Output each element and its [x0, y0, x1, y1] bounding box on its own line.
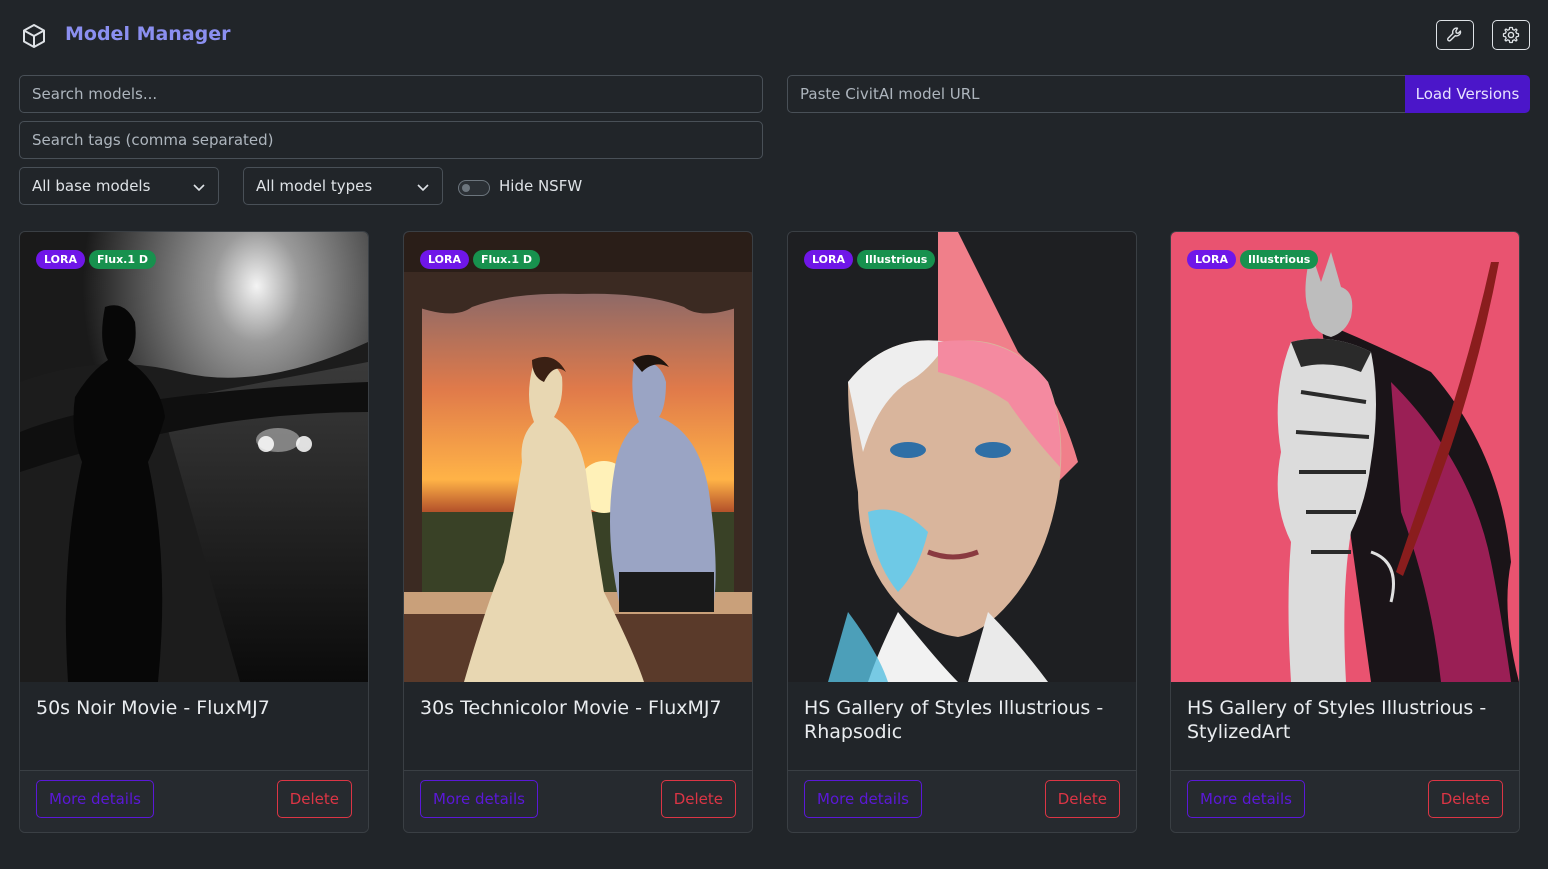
app-title: Model Manager [65, 23, 231, 45]
settings-button[interactable] [1492, 20, 1530, 50]
gear-icon [1502, 26, 1520, 44]
delete-button[interactable]: Delete [660, 780, 736, 818]
more-details-button[interactable]: More details [36, 780, 154, 818]
model-card: LORA Flux.1 D 50s Noir Movie - FluxMJ7 M… [19, 231, 369, 833]
model-card: LORA Illustrious HS Gallery of Styles Il… [787, 231, 1137, 833]
app-header: Model Manager [20, 20, 1530, 52]
load-versions-button[interactable]: Load Versions [1405, 75, 1530, 113]
model-type-select[interactable]: All model types [243, 167, 443, 205]
hide-nsfw-toggle[interactable] [458, 180, 490, 196]
chevron-down-icon [193, 184, 205, 192]
model-badges: LORA Illustrious [1187, 250, 1319, 269]
model-card: LORA Flux.1 D 30s Technicolor Movie - Fl… [403, 231, 753, 833]
model-badges: LORA Illustrious [804, 250, 936, 269]
toggle-knob [462, 184, 470, 192]
more-details-button[interactable]: More details [804, 780, 922, 818]
model-title: HS Gallery of Styles Illustrious - Rhaps… [804, 697, 1104, 743]
cube-icon [23, 24, 45, 48]
model-type-badge: LORA [804, 250, 853, 269]
model-type-badge: LORA [36, 250, 85, 269]
card-footer: More details Delete [788, 770, 1136, 832]
more-details-button[interactable]: More details [1187, 780, 1305, 818]
delete-button[interactable]: Delete [1044, 780, 1120, 818]
more-details-button[interactable]: More details [420, 780, 538, 818]
base-model-badge: Flux.1 D [472, 250, 540, 269]
base-model-badge: Illustrious [1239, 250, 1319, 269]
base-model-select-value: All base models [32, 177, 151, 195]
model-badges: LORA Flux.1 D [36, 250, 156, 269]
civitai-url-input[interactable] [787, 75, 1407, 113]
card-footer: More details Delete [1171, 770, 1519, 832]
hide-nsfw-label: Hide NSFW [499, 177, 583, 195]
search-tags-input[interactable] [19, 121, 763, 159]
base-model-badge: Flux.1 D [88, 250, 156, 269]
model-title: 50s Noir Movie - FluxMJ7 [36, 697, 270, 719]
card-footer: More details Delete [404, 770, 752, 832]
model-preview-image[interactable] [788, 232, 1136, 682]
model-preview-image[interactable] [20, 232, 368, 682]
model-type-select-value: All model types [256, 177, 373, 195]
wrench-icon [1447, 27, 1462, 42]
model-type-badge: LORA [420, 250, 469, 269]
base-model-select[interactable]: All base models [19, 167, 219, 205]
card-footer: More details Delete [20, 770, 368, 832]
base-model-badge: Illustrious [856, 250, 936, 269]
search-models-input[interactable] [19, 75, 763, 113]
model-preview-image[interactable] [404, 232, 752, 682]
model-card: LORA Illustrious HS Gallery of Styles Il… [1170, 231, 1520, 833]
model-title: HS Gallery of Styles Illustrious - Styli… [1187, 697, 1487, 743]
model-preview-image[interactable] [1171, 232, 1519, 682]
tools-button[interactable] [1436, 20, 1474, 50]
delete-button[interactable]: Delete [1427, 780, 1503, 818]
model-badges: LORA Flux.1 D [420, 250, 540, 269]
model-title: 30s Technicolor Movie - FluxMJ7 [420, 697, 722, 719]
model-type-badge: LORA [1187, 250, 1236, 269]
delete-button[interactable]: Delete [276, 780, 352, 818]
chevron-down-icon [417, 184, 429, 192]
